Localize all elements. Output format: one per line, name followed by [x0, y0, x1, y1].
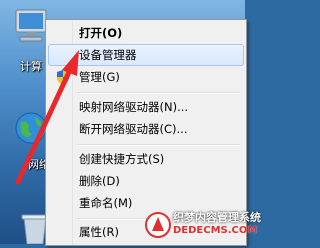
watermark: 织梦内容管理系统 DEDECMS.COM	[143, 208, 261, 242]
menu-separator	[76, 92, 240, 94]
menu-item-delete[interactable]: 删除(D)	[48, 170, 244, 192]
menu-item-map-network-drive-label: 映射网络驱动器(N)...	[79, 100, 189, 114]
menu-item-device-manager[interactable]: 设备管理器	[48, 44, 244, 66]
menu-item-delete-label: 删除(D)	[79, 174, 120, 188]
menu-item-open[interactable]: 打开(O)	[48, 22, 244, 44]
uac-shield-icon	[57, 70, 69, 85]
menu-separator	[76, 144, 240, 146]
menu-item-manage-label: 管理(G)	[79, 70, 120, 84]
menu-item-device-manager-label: 设备管理器	[79, 48, 137, 62]
watermark-title: 织梦内容管理系统	[173, 211, 261, 224]
menu-item-properties-label: 属性(R)	[79, 225, 119, 239]
menu-item-disconnect-network-drive-label: 断开网络驱动器(C)...	[79, 122, 188, 136]
computer-label: 计算	[20, 60, 42, 73]
watermark-logo-icon	[145, 212, 171, 238]
menu-item-disconnect-network-drive[interactable]: 断开网络驱动器(C)...	[48, 118, 244, 140]
menu-item-manage[interactable]: 管理(G)	[48, 66, 244, 88]
menu-item-rename-label: 重命名(M)	[79, 196, 133, 210]
menu-item-create-shortcut-label: 创建快捷方式(S)	[79, 152, 165, 166]
menu-item-open-label: 打开(O)	[79, 26, 123, 40]
watermark-subtitle: DEDECMS.COM	[173, 225, 258, 236]
menu-item-create-shortcut[interactable]: 创建快捷方式(S)	[48, 148, 244, 170]
menu-item-map-network-drive[interactable]: 映射网络驱动器(N)...	[48, 96, 244, 118]
